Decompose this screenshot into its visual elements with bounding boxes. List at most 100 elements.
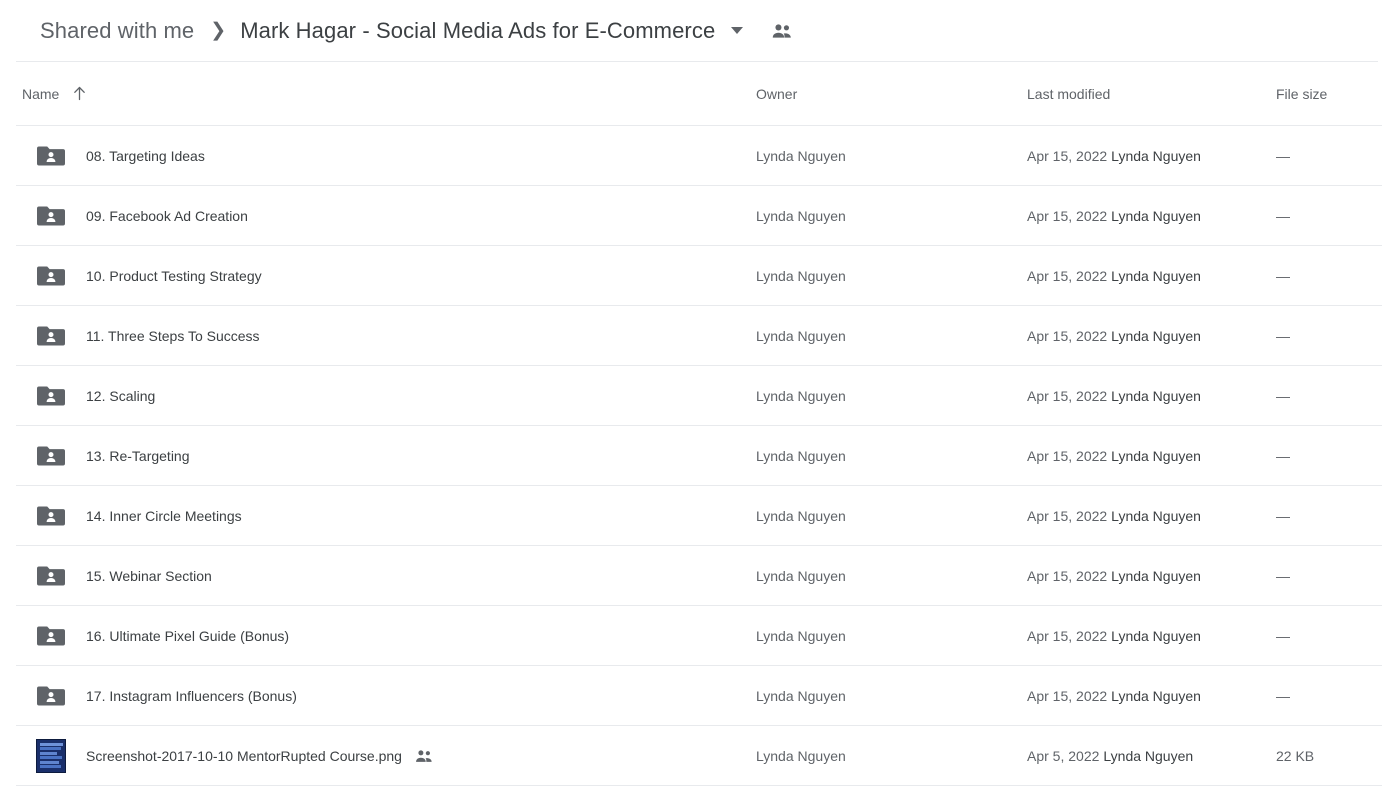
table-row[interactable]: 13. Re-Targeting Lynda Nguyen Apr 15, 20… <box>16 426 1382 486</box>
row-file-size: — <box>1276 447 1290 464</box>
shared-folder-icon <box>37 506 65 525</box>
row-modified-date: Apr 5, 2022 <box>1027 747 1100 764</box>
shared-folder-icon <box>36 504 68 528</box>
file-list: 08. Targeting Ideas Lynda Nguyen Apr 15,… <box>16 126 1382 786</box>
row-last-modified: Apr 15, 2022 Lynda Nguyen <box>1027 268 1201 284</box>
row-name-cell[interactable]: 12. Scaling <box>36 384 155 408</box>
row-modified-by: Lynda Nguyen <box>1111 387 1201 404</box>
shared-folder-icon <box>36 684 68 708</box>
row-name-cell[interactable]: 14. Inner Circle Meetings <box>36 504 242 528</box>
row-file-size: — <box>1276 327 1290 344</box>
shared-folder-icon <box>37 626 65 645</box>
row-name-cell[interactable]: 15. Webinar Section <box>36 564 212 588</box>
row-file-size: — <box>1276 507 1290 524</box>
row-owner: Lynda Nguyen <box>756 627 846 644</box>
row-modified-date: Apr 15, 2022 <box>1027 627 1108 644</box>
table-row[interactable]: 15. Webinar Section Lynda Nguyen Apr 15,… <box>16 546 1382 606</box>
row-name-cell[interactable]: 09. Facebook Ad Creation <box>36 204 248 228</box>
breadcrumb-root-link[interactable]: Shared with me <box>40 18 194 44</box>
chevron-down-icon[interactable] <box>731 27 744 34</box>
row-owner: Lynda Nguyen <box>756 147 846 164</box>
row-owner: Lynda Nguyen <box>756 387 846 404</box>
row-modified-by: Lynda Nguyen <box>1103 747 1194 764</box>
row-modified-by: Lynda Nguyen <box>1111 267 1201 284</box>
arrow-up-icon[interactable] <box>73 86 86 101</box>
people-shared-icon[interactable] <box>771 23 793 39</box>
row-name-label: Screenshot-2017-10-10 MentorRupted Cours… <box>86 747 402 764</box>
row-file-size: — <box>1276 687 1290 704</box>
row-name-label: 10. Product Testing Strategy <box>86 267 262 284</box>
png-thumbnail <box>36 738 66 773</box>
row-modified-by: Lynda Nguyen <box>1111 627 1201 644</box>
table-row[interactable]: 08. Targeting Ideas Lynda Nguyen Apr 15,… <box>16 126 1382 186</box>
shared-folder-icon <box>36 564 68 588</box>
row-file-size: 22 KB <box>1276 747 1315 764</box>
row-last-modified: Apr 15, 2022 Lynda Nguyen <box>1027 568 1201 584</box>
row-owner: Lynda Nguyen <box>756 447 846 464</box>
row-modified-by: Lynda Nguyen <box>1111 207 1201 224</box>
row-name-label: 11. Three Steps To Success <box>86 327 260 344</box>
row-name-cell[interactable]: 16. Ultimate Pixel Guide (Bonus) <box>36 624 289 648</box>
shared-folder-icon <box>36 624 68 648</box>
row-last-modified: Apr 15, 2022 Lynda Nguyen <box>1027 328 1201 344</box>
row-name-cell[interactable]: 13. Re-Targeting <box>36 444 190 468</box>
row-name-label: 12. Scaling <box>86 387 156 404</box>
breadcrumb-current-folder[interactable]: Mark Hagar - Social Media Ads for E-Comm… <box>240 18 715 44</box>
row-file-size: — <box>1276 387 1290 404</box>
shared-folder-icon <box>36 204 68 228</box>
row-name-cell[interactable]: 17. Instagram Influencers (Bonus) <box>36 684 297 708</box>
row-modified-date: Apr 15, 2022 <box>1027 327 1108 344</box>
row-name-label: 15. Webinar Section <box>86 567 212 584</box>
column-header-file-size[interactable]: File size <box>1276 86 1327 102</box>
column-header-name[interactable]: Name <box>22 86 86 102</box>
shared-folder-icon <box>37 566 65 585</box>
row-name-label: 08. Targeting Ideas <box>86 147 205 164</box>
table-row[interactable]: 16. Ultimate Pixel Guide (Bonus) Lynda N… <box>16 606 1382 666</box>
table-row[interactable]: Screenshot-2017-10-10 MentorRupted Cours… <box>16 726 1382 786</box>
table-row[interactable]: 17. Instagram Influencers (Bonus) Lynda … <box>16 666 1382 726</box>
shared-folder-icon <box>36 264 68 288</box>
table-row[interactable]: 12. Scaling Lynda Nguyen Apr 15, 2022 Lyn… <box>16 366 1382 426</box>
row-modified-date: Apr 15, 2022 <box>1027 507 1108 524</box>
row-owner: Lynda Nguyen <box>756 567 846 584</box>
row-last-modified: Apr 15, 2022 Lynda Nguyen <box>1027 448 1201 464</box>
row-modified-date: Apr 15, 2022 <box>1027 387 1108 404</box>
row-last-modified: Apr 15, 2022 Lynda Nguyen <box>1027 508 1201 524</box>
table-column-headers: Name Owner Last modified File size <box>16 62 1382 126</box>
row-owner: Lynda Nguyen <box>756 267 846 284</box>
shared-folder-icon <box>36 324 68 348</box>
shared-folder-icon <box>37 386 65 405</box>
row-owner: Lynda Nguyen <box>756 507 846 524</box>
row-name-label: 17. Instagram Influencers (Bonus) <box>86 687 297 704</box>
row-name-label: 14. Inner Circle Meetings <box>86 507 242 524</box>
row-name-cell[interactable]: Screenshot-2017-10-10 MentorRupted Cours… <box>36 738 434 773</box>
row-name-cell[interactable]: 08. Targeting Ideas <box>36 144 205 168</box>
row-modified-by: Lynda Nguyen <box>1111 327 1201 344</box>
shared-folder-icon <box>36 444 68 468</box>
breadcrumb-separator-icon: ❯ <box>210 20 227 41</box>
shared-folder-icon <box>37 446 65 465</box>
table-row[interactable]: 10. Product Testing Strategy Lynda Nguye… <box>16 246 1382 306</box>
row-modified-date: Apr 15, 2022 <box>1027 267 1108 284</box>
row-owner: Lynda Nguyen <box>756 687 846 704</box>
row-file-size: — <box>1276 147 1290 164</box>
table-row[interactable]: 09. Facebook Ad Creation Lynda Nguyen Ap… <box>16 186 1382 246</box>
row-name-cell[interactable]: 10. Product Testing Strategy <box>36 264 262 288</box>
row-last-modified: Apr 15, 2022 Lynda Nguyen <box>1027 688 1201 704</box>
row-name-label: 16. Ultimate Pixel Guide (Bonus) <box>86 627 290 644</box>
row-file-size: — <box>1276 267 1290 284</box>
row-name-cell[interactable]: 11. Three Steps To Success <box>36 324 260 348</box>
row-last-modified: Apr 15, 2022 Lynda Nguyen <box>1027 148 1201 164</box>
row-modified-date: Apr 15, 2022 <box>1027 687 1108 704</box>
column-header-last-modified[interactable]: Last modified <box>1027 86 1110 102</box>
table-row[interactable]: 14. Inner Circle Meetings Lynda Nguyen A… <box>16 486 1382 546</box>
row-file-size: — <box>1276 627 1290 644</box>
table-row[interactable]: 11. Three Steps To Success Lynda Nguyen … <box>16 306 1382 366</box>
row-modified-by: Lynda Nguyen <box>1111 687 1201 704</box>
row-last-modified: Apr 15, 2022 Lynda Nguyen <box>1027 208 1201 224</box>
row-owner: Lynda Nguyen <box>756 207 846 224</box>
people-shared-icon[interactable] <box>414 749 434 763</box>
shared-folder-icon <box>37 206 65 225</box>
row-file-size: — <box>1276 207 1290 224</box>
column-header-owner[interactable]: Owner <box>756 86 797 102</box>
